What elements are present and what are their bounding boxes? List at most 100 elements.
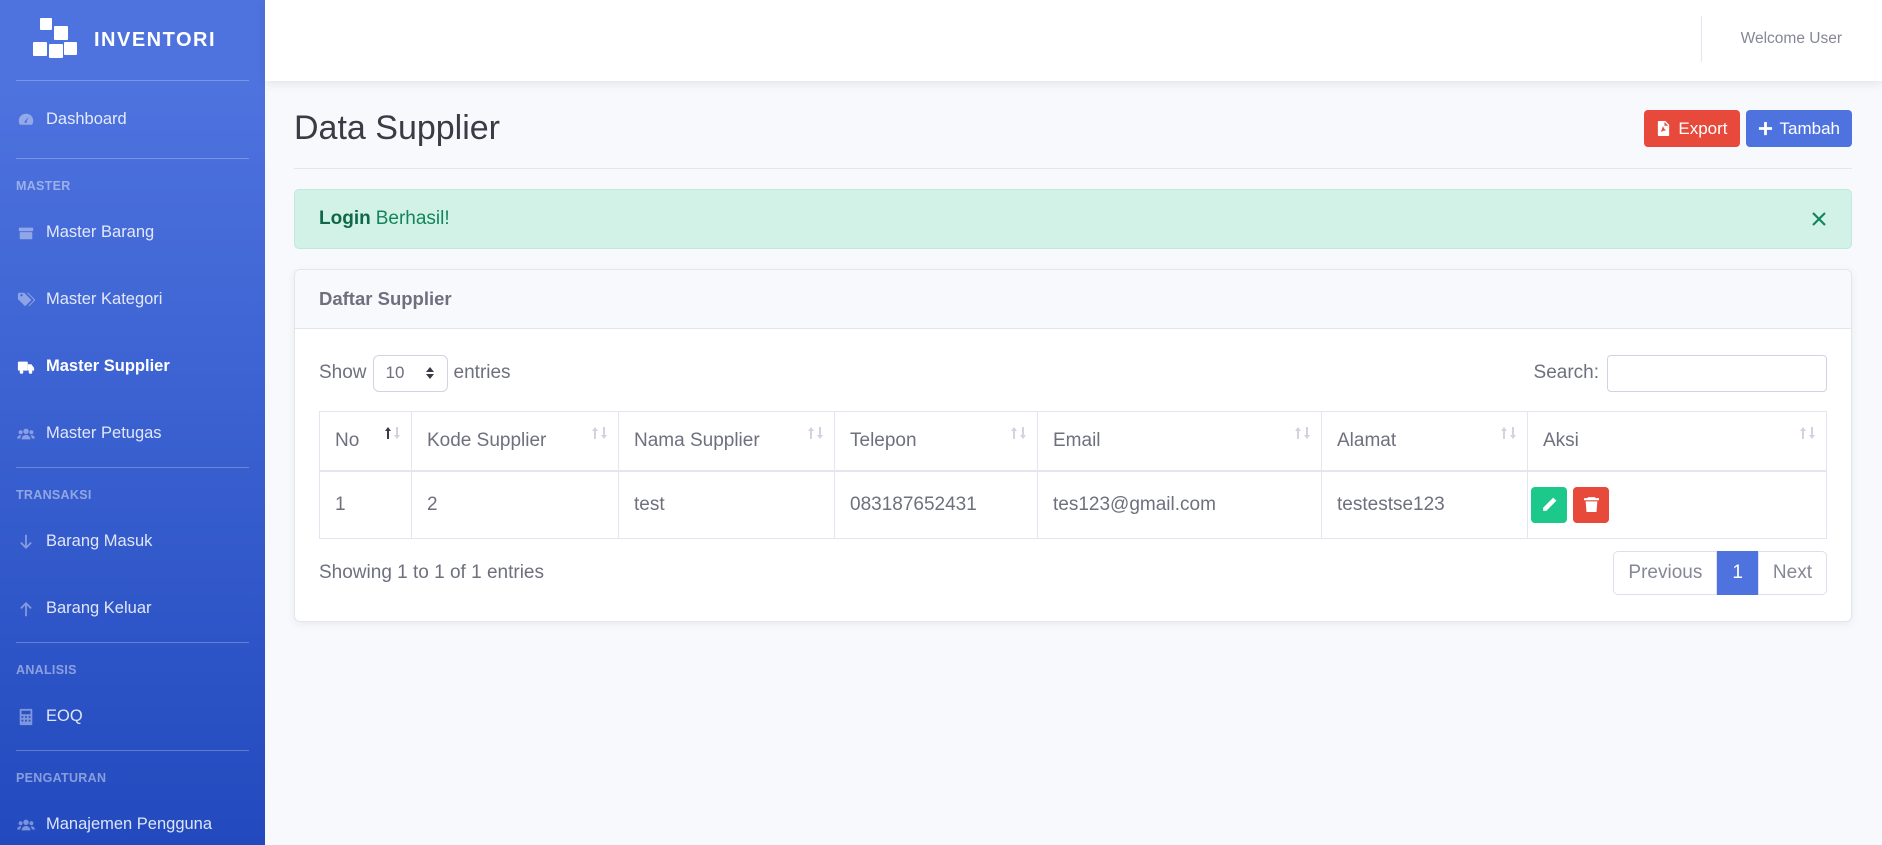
column-header-nama[interactable]: Nama Supplier [618,411,835,472]
success-alert: Login Berhasil! [294,189,1852,249]
export-label: Export [1678,118,1728,138]
entries-label: entries [453,362,511,383]
boxes-logo-icon [33,18,77,58]
search-label: Search: [1533,362,1599,383]
user-menu[interactable]: Welcome User [1741,30,1842,48]
sidebar-item-label: Master Barang [46,223,155,241]
column-label: Kode Supplier [427,429,547,451]
column-label: Email [1053,429,1101,451]
topbar: Welcome User [265,0,1882,81]
page-title: Data Supplier [294,109,501,147]
column-header-telepon[interactable]: Telepon [834,411,1038,472]
pencil-icon [1542,497,1556,512]
sidebar-item-eoq[interactable]: EOQ [0,683,265,750]
sidebar-heading-master: MASTER [16,179,71,193]
sort-icon [1799,426,1816,440]
truck-icon [16,357,36,377]
cell-telepon: 083187652431 [834,470,1038,539]
column-header-aksi[interactable]: Aksi [1527,411,1827,472]
sort-asc-icon [384,426,401,440]
export-button[interactable]: Export [1644,110,1740,147]
pagination-next[interactable]: Next [1757,551,1827,595]
arrow-up-icon [16,599,36,619]
page-length-control: Show 10 entries [319,354,511,392]
supplier-table: No Kode Supplier Nama Supplier Telepon E… [319,411,1827,539]
column-label: Telepon [850,429,917,451]
pagination-previous[interactable]: Previous [1613,551,1718,595]
tachometer-icon [16,110,36,130]
sidebar-item-master-kategori[interactable]: Master Kategori [0,266,265,333]
sidebar: INVENTORI Dashboard MASTER Master Barang… [0,0,265,845]
sidebar-item-master-barang[interactable]: Master Barang [0,199,265,266]
page-actions: Export Tambah [1644,110,1852,147]
sidebar-item-dashboard[interactable]: Dashboard [0,81,265,158]
sort-icon [1500,426,1517,440]
page-header: Data Supplier Export Tambah [294,81,1852,169]
brand-name: INVENTORI [94,28,217,51]
delete-button[interactable] [1573,486,1609,523]
sidebar-item-master-supplier[interactable]: Master Supplier [0,333,265,400]
column-label: Nama Supplier [634,429,760,451]
sidebar-item-label: Dashboard [46,110,127,128]
calculator-icon [16,707,36,727]
sidebar-item-label: EOQ [46,707,83,725]
sidebar-item-label: Master Petugas [46,424,162,442]
row-actions [1531,486,1826,523]
datatable-controls: Show 10 entries Search: [319,353,1827,393]
pagination-page-1[interactable]: 1 [1717,551,1758,595]
sidebar-item-label: Manajemen Pengguna [46,815,213,833]
sidebar-item-barang-masuk[interactable]: Barang Masuk [0,508,265,575]
sidebar-item-barang-keluar[interactable]: Barang Keluar [0,575,265,642]
column-header-no[interactable]: No [319,411,412,472]
sidebar-item-master-petugas[interactable]: Master Petugas [0,400,265,467]
file-pdf-icon [1658,121,1670,136]
users-icon [16,424,36,444]
sidebar-heading-pengaturan: PENGATURAN [16,771,107,785]
main-content: Data Supplier Export Tambah Login Berhasi… [294,81,1852,622]
column-label: Alamat [1337,429,1397,451]
page-length-value: 10 [385,363,405,382]
cell-no: 1 [319,470,412,539]
sort-icon [807,426,824,440]
cell-aksi [1527,470,1827,539]
column-label: No [335,429,360,451]
pagination: Previous 1 Next [1613,551,1827,595]
card-title: Daftar Supplier [295,270,1851,329]
box-icon [16,223,36,243]
sidebar-item-label: Barang Masuk [46,532,153,550]
page-length-select[interactable]: 10 [372,354,448,392]
alert-message: Login Berhasil! [319,208,450,230]
sidebar-heading-analisis: ANALISIS [16,663,77,677]
column-label: Aksi [1543,429,1579,451]
trash-icon [1583,497,1599,513]
sort-icon [1294,426,1311,440]
cell-nama: test [618,470,835,539]
add-label: Tambah [1779,118,1840,138]
column-header-email[interactable]: Email [1037,411,1322,472]
sort-icon [1010,426,1027,440]
sidebar-item-label: Master Supplier [46,357,170,375]
cell-kode: 2 [411,470,619,539]
edit-button[interactable] [1531,486,1567,523]
sidebar-item-label: Master Kategori [46,290,163,308]
column-header-kode[interactable]: Kode Supplier [411,411,619,472]
alert-strong: Login [319,208,371,229]
sort-icon [591,426,608,440]
sidebar-heading-transaksi: TRANSAKSI [16,488,92,502]
brand[interactable]: INVENTORI [0,0,265,80]
supplier-card: Daftar Supplier Show 10 entries Search: [294,269,1852,622]
table-info: Showing 1 to 1 of 1 entries [319,562,544,583]
topbar-divider [1701,16,1702,62]
sort-caret-icon [425,367,434,379]
search-control: Search: [1533,354,1827,392]
close-icon[interactable] [1811,211,1827,227]
table-row: 1 2 test 083187652431 tes123@gmail.com t… [319,470,1827,539]
datatable-footer: Showing 1 to 1 of 1 entries Previous 1 N… [319,551,1827,595]
alert-text: Berhasil! [375,208,450,229]
table-header-row: No Kode Supplier Nama Supplier Telepon E… [319,411,1827,472]
add-button[interactable]: Tambah [1745,110,1852,147]
column-header-alamat[interactable]: Alamat [1321,411,1528,472]
arrow-down-icon [16,532,36,552]
sidebar-item-manajemen-pengguna[interactable]: Manajemen Pengguna [0,791,265,845]
search-input[interactable] [1607,354,1827,392]
